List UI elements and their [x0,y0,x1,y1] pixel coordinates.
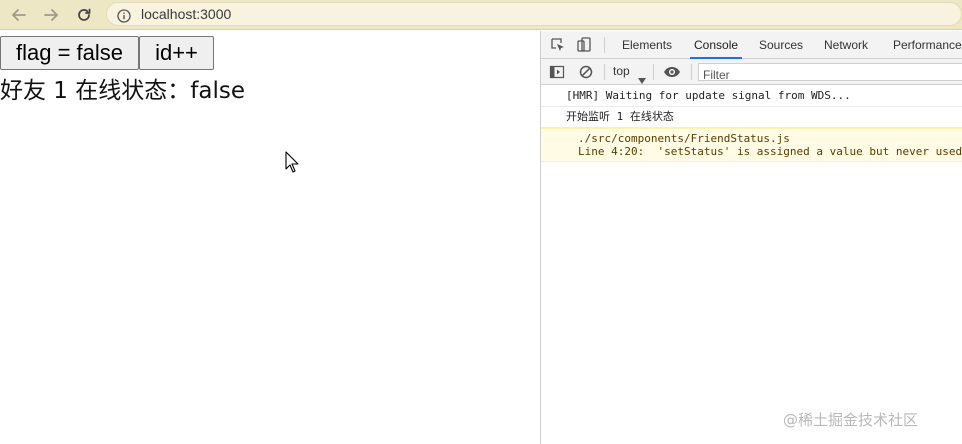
info-icon[interactable] [117,8,131,23]
reload-button[interactable] [73,4,95,26]
forward-button[interactable] [40,4,62,26]
page-viewport: flag = false id++ 好友 1 在线状态：false [0,31,540,444]
console-toolbar: top [541,59,962,85]
tab-performance[interactable]: Performance [893,31,962,59]
toolbar-divider [604,64,605,80]
url-text: localhost:3000 [141,6,232,22]
back-button[interactable] [8,4,30,26]
context-selector[interactable]: top [613,64,630,78]
watermark-text: @稀土掘金技术社区 [783,411,919,429]
warning-text: Line 4:20: 'setStatus' is assigned a val… [578,145,962,158]
address-bar[interactable]: localhost:3000 [106,2,962,26]
console-message: 开始监听 1 在线状态 [541,107,962,128]
reload-icon [76,7,92,23]
toolbar-divider [653,64,654,80]
inspect-element-icon[interactable] [550,37,566,53]
tab-console[interactable]: Console [689,31,743,59]
toolbar-divider [691,64,692,80]
devtools-panel: Elements Console Sources Network Perform… [540,31,962,444]
arrow-right-icon [43,7,59,23]
clear-console-icon[interactable] [578,64,594,80]
increment-id-button[interactable]: id++ [139,36,214,70]
tab-sources[interactable]: Sources [759,31,803,59]
show-sidebar-icon[interactable] [549,64,565,80]
tab-divider [604,37,605,53]
warning-file-link[interactable]: ./src/components/FriendStatus.js [578,132,962,145]
console-messages: [HMR] Waiting for update signal from WDS… [541,86,962,162]
device-toolbar-icon[interactable] [576,37,592,53]
browser-toolbar: localhost:3000 [0,0,962,30]
flag-toggle-button[interactable]: flag = false [0,36,139,70]
arrow-left-icon [11,7,27,23]
console-message: [HMR] Waiting for update signal from WDS… [541,86,962,107]
console-warning: ./src/components/FriendStatus.js Line 4:2… [541,128,962,162]
mouse-cursor-icon [285,151,299,177]
friend-status-text: 好友 1 在线状态：false [0,78,245,104]
devtools-tabbar: Elements Console Sources Network Perform… [541,31,962,59]
filter-box [698,63,962,83]
console-filter-input[interactable] [699,67,962,83]
tab-network[interactable]: Network [824,31,868,59]
eye-icon[interactable] [663,64,680,80]
tab-elements[interactable]: Elements [622,31,672,59]
